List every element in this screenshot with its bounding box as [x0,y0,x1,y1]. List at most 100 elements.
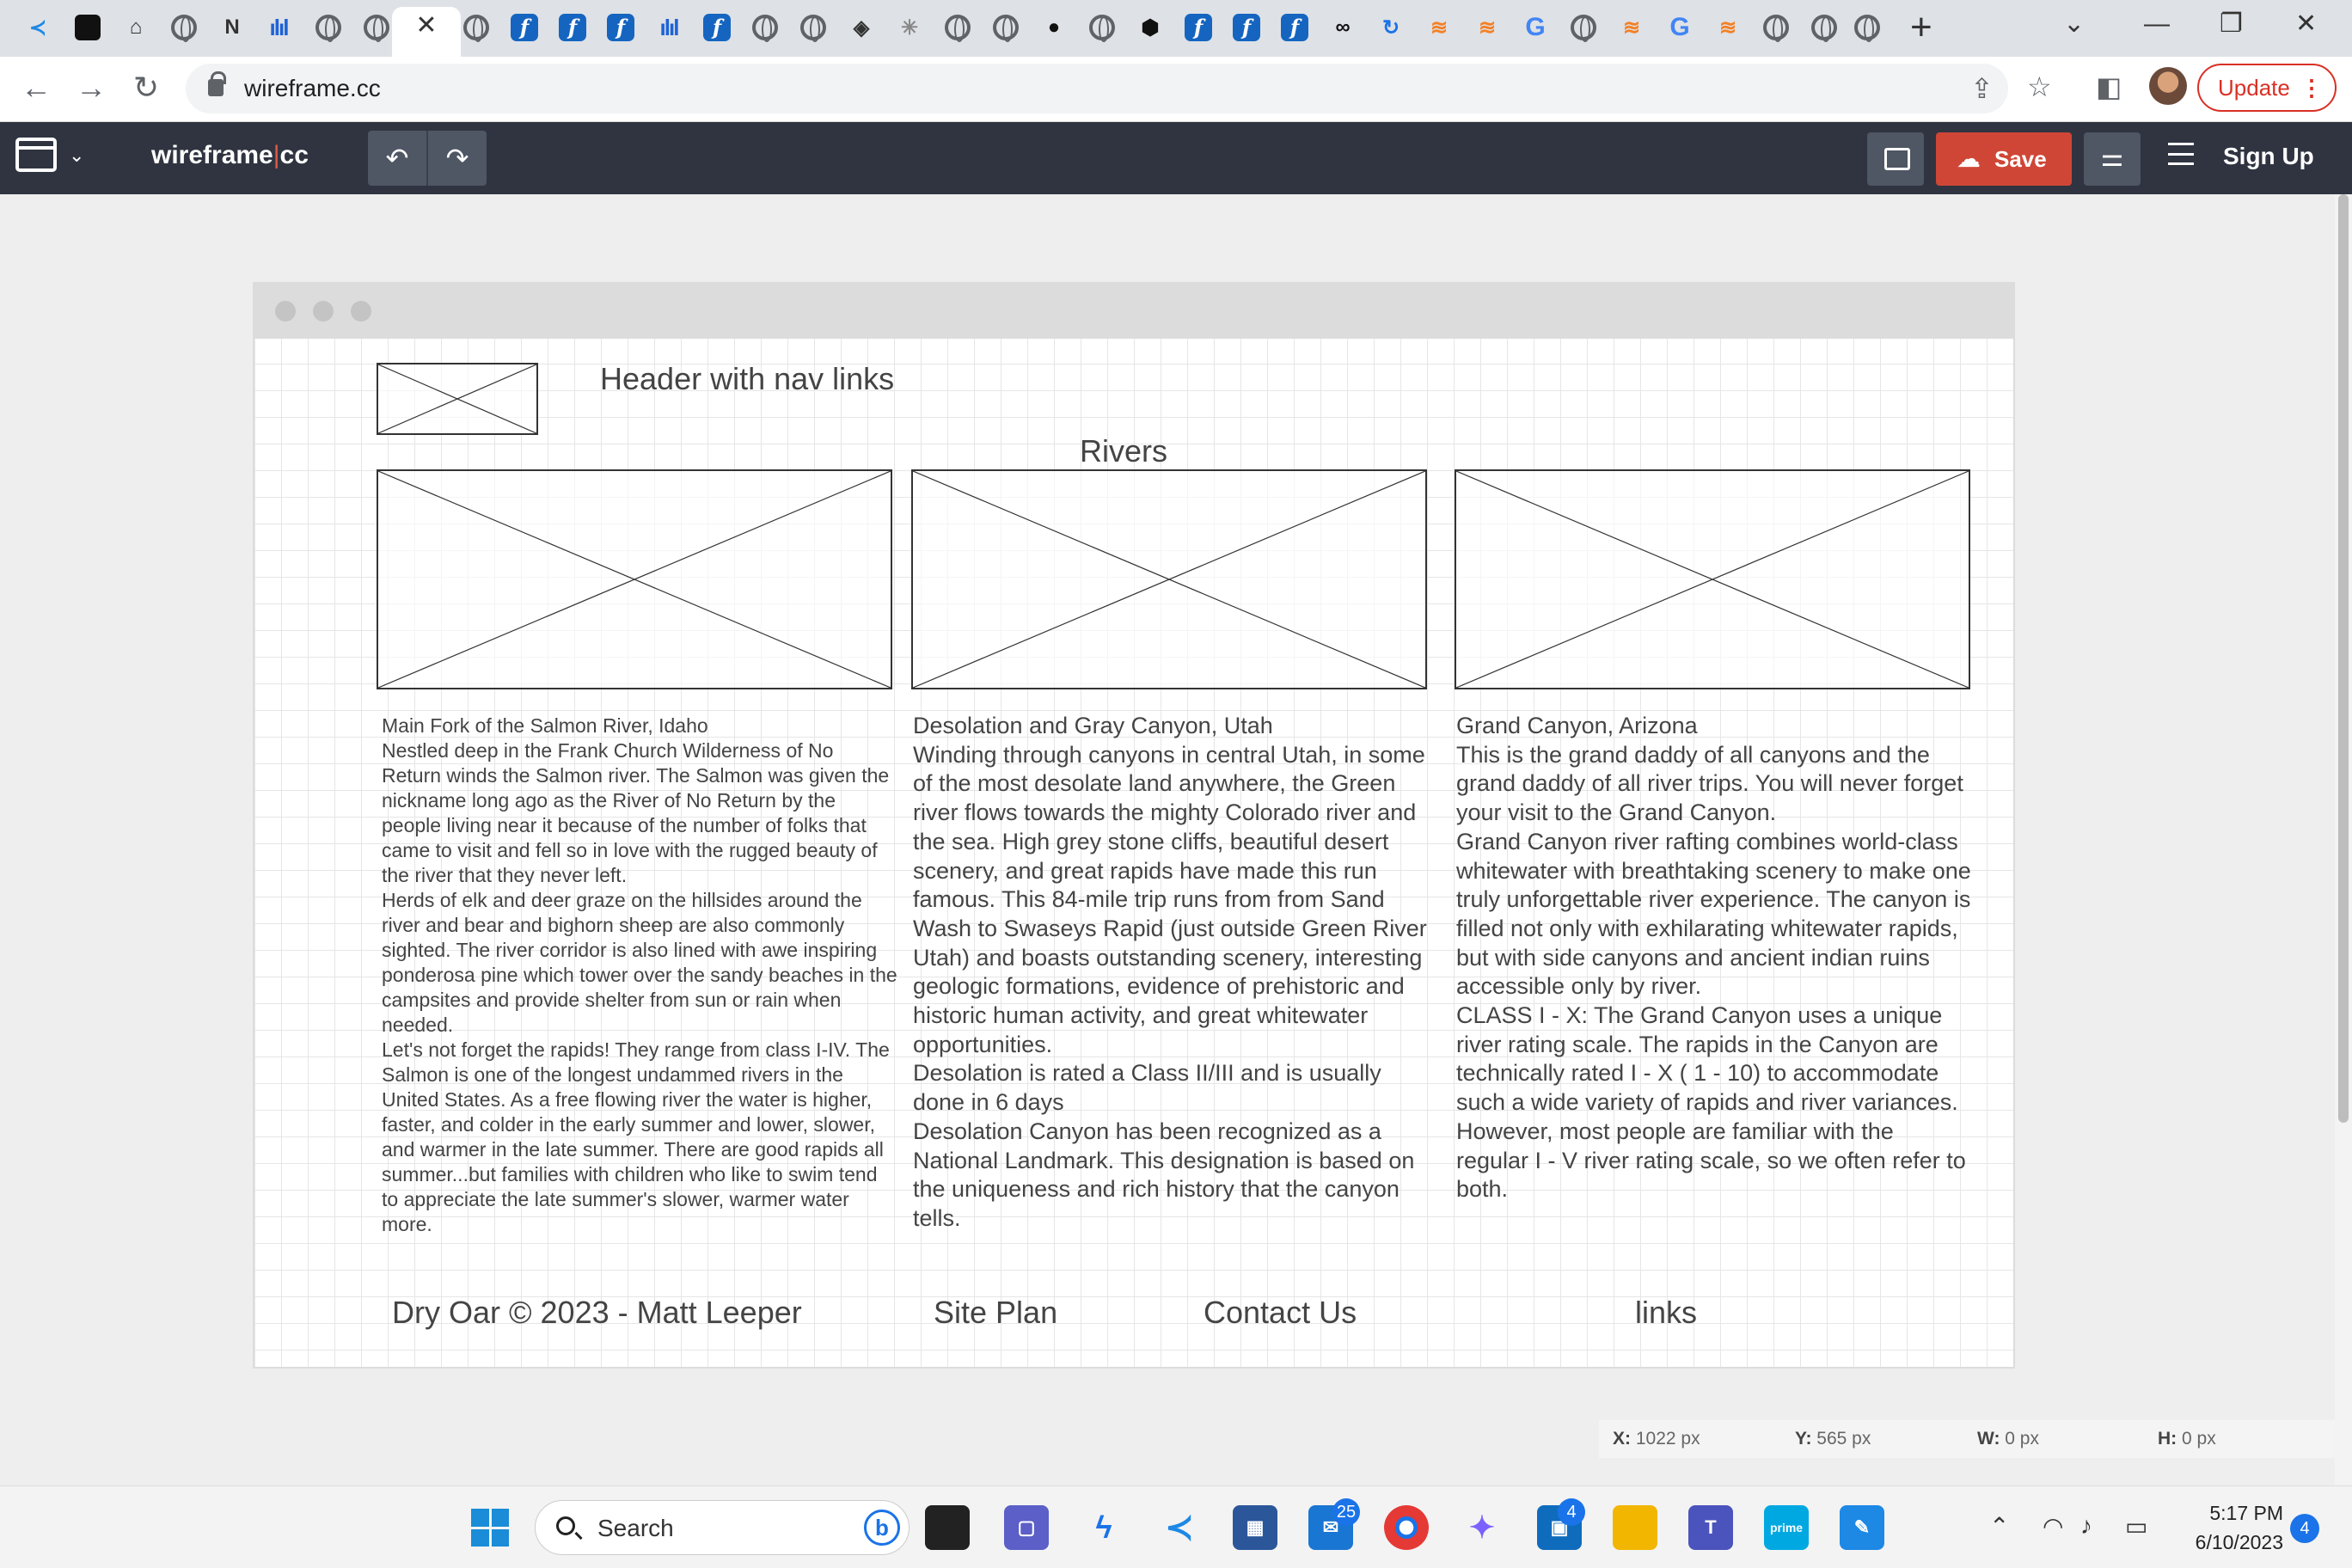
vscode-icon[interactable]: ≺ [1157,1505,1202,1550]
globe-tab-icon[interactable] [1852,12,1883,43]
image-placeholder[interactable] [911,469,1427,689]
globe-tab-icon[interactable] [1087,12,1118,43]
footer-site-plan-link[interactable]: Site Plan [934,1295,1057,1331]
footer-contact-link[interactable]: Contact Us [1204,1295,1357,1331]
share-icon[interactable]: ⇪ [1970,72,1994,105]
stackoverflow-tab-icon[interactable]: ≋ [1712,12,1743,43]
forward-arrow-icon[interactable]: → [72,69,110,107]
comment-button[interactable] [1867,132,1924,186]
logo-image-placeholder[interactable] [377,363,538,435]
window-close-button[interactable]: ✕ [2295,7,2317,41]
profile-avatar[interactable] [2149,67,2187,105]
teams-icon[interactable]: T [1688,1505,1733,1550]
chevron-up-icon[interactable]: ⌃ [1989,1512,2009,1540]
paragraph: Grand Canyon, Arizona [1456,713,1698,738]
volume-icon[interactable]: ♪ [2080,1512,2092,1540]
globe-tab-icon[interactable] [361,12,392,43]
analytics-tab-icon[interactable]: ılıl [653,12,684,43]
power-automate-icon[interactable]: ϟ [1081,1505,1126,1550]
codepen-tab-icon[interactable]: ◈ [846,12,877,43]
nu-tab-icon[interactable]: N [217,12,248,43]
globe-tab-icon[interactable] [313,12,344,43]
prime-video-icon[interactable]: prime [1764,1505,1809,1550]
copilot-icon[interactable]: ✦ [1460,1505,1504,1550]
app-logo[interactable]: wireframe|cc [151,141,309,170]
wireframe-browser-frame[interactable]: Header with nav links Rivers Main Fork o… [253,282,2015,1369]
globe-tab-icon[interactable] [942,12,973,43]
close-tab-icon[interactable]: ✕ [411,10,442,41]
hamburger-menu-icon[interactable] [2168,143,2194,165]
start-button[interactable] [471,1509,509,1547]
text-block-grand-canyon[interactable]: Grand Canyon, Arizona This is the grand … [1456,712,1972,1204]
globe-tab-icon[interactable] [798,12,829,43]
text-block-salmon[interactable]: Main Fork of the Salmon River, Idaho Nes… [382,714,897,1237]
f-tab-icon[interactable]: f [1231,12,1262,43]
github-tab-icon[interactable]: ● [1038,12,1069,43]
save-button[interactable]: ☁ Save [1936,132,2072,186]
text-block-desolation[interactable]: Desolation and Gray Canyon, Utah Winding… [913,712,1436,1234]
header-nav-label[interactable]: Header with nav links [600,361,894,397]
minimize-button[interactable]: — [2144,7,2170,41]
battery-icon[interactable]: ▭ [2125,1512,2147,1540]
tab-search-chevron-icon[interactable]: ⌄ [2063,7,2085,41]
globe-tab-icon[interactable] [750,12,781,43]
f-tab-icon[interactable]: f [1279,12,1310,43]
app-tab-icon[interactable] [72,12,103,43]
settings-sliders-button[interactable]: ⚌ [2084,132,2141,186]
store-icon[interactable]: ▦ [1233,1505,1277,1550]
f-tab-icon[interactable]: f [605,12,636,43]
file-explorer-icon[interactable] [1613,1505,1657,1550]
f-tab-icon[interactable]: f [1183,12,1214,43]
stackoverflow-tab-icon[interactable]: ≋ [1472,12,1503,43]
reload-icon[interactable]: ↻ [127,69,165,107]
new-tab-button[interactable]: + [1910,9,1932,46]
globe-tab-icon[interactable] [1761,12,1792,43]
sync-tab-icon[interactable]: ↻ [1375,12,1406,43]
clock[interactable]: 5:17 PM 6/10/2023 [2171,1498,2283,1557]
stackoverflow-tab-icon[interactable]: ≋ [1616,12,1647,43]
globe-tab-icon[interactable] [990,12,1021,43]
f-tab-icon[interactable]: f [701,12,732,43]
globe-tab-icon[interactable] [461,12,492,43]
bing-icon[interactable]: b [864,1510,900,1546]
image-placeholder[interactable] [377,469,892,689]
footer-copyright[interactable]: Dry Oar © 2023 - Matt Leeper [392,1295,802,1331]
address-bar[interactable]: wireframe.cc ⇪ [186,64,2008,113]
undo-icon[interactable]: ↶ [371,139,423,177]
hat-tab-icon[interactable]: ⌂ [120,12,151,43]
analytics-tab-icon[interactable]: ılıl [263,12,294,43]
back-arrow-icon[interactable]: ← [17,69,55,107]
globe-tab-icon[interactable] [168,12,199,43]
redo-icon[interactable]: ↷ [432,139,483,177]
section-title[interactable]: Rivers [1080,433,1167,469]
vertical-scrollbar[interactable] [2335,194,2352,1485]
restore-button[interactable]: ❐ [2220,7,2243,41]
bookmark-star-icon[interactable]: ☆ [2027,70,2052,103]
f-tab-icon[interactable]: f [509,12,540,43]
update-button[interactable]: Update ⋮ [2197,64,2337,112]
wifi-icon[interactable]: ◠ [2043,1512,2063,1540]
chevron-down-icon[interactable]: ⌄ [69,144,84,167]
side-panel-icon[interactable]: ◧ [2096,70,2122,103]
paint-icon[interactable]: ✎ [1840,1505,1884,1550]
vscode-tab-icon[interactable]: ≺ [22,12,53,43]
globe-tab-icon[interactable] [1568,12,1599,43]
asterisk-tab-icon[interactable]: ✳ [894,12,925,43]
image-placeholder[interactable] [1455,469,1970,689]
taskbar-search[interactable]: Search b [535,1500,910,1555]
infinity-tab-icon[interactable]: ∞ [1327,12,1358,43]
globe-tab-icon[interactable] [1809,12,1840,43]
browser-window-icon[interactable] [15,138,57,172]
task-view-icon[interactable] [925,1505,970,1550]
scrollbar-thumb[interactable] [2338,194,2349,1123]
stackoverflow-tab-icon[interactable]: ≋ [1424,12,1455,43]
footer-links[interactable]: links [1635,1295,1697,1331]
google-tab-icon[interactable]: G [1520,12,1551,43]
chrome-icon[interactable] [1384,1505,1429,1550]
sign-up-button[interactable]: Sign Up [2223,143,2314,170]
chat-icon[interactable]: ▢ [1004,1505,1049,1550]
cube-tab-icon[interactable]: ⬢ [1135,12,1166,43]
notification-badge[interactable]: 4 [2290,1514,2319,1543]
google-tab-icon[interactable]: G [1664,12,1695,43]
f-tab-icon[interactable]: f [557,12,588,43]
